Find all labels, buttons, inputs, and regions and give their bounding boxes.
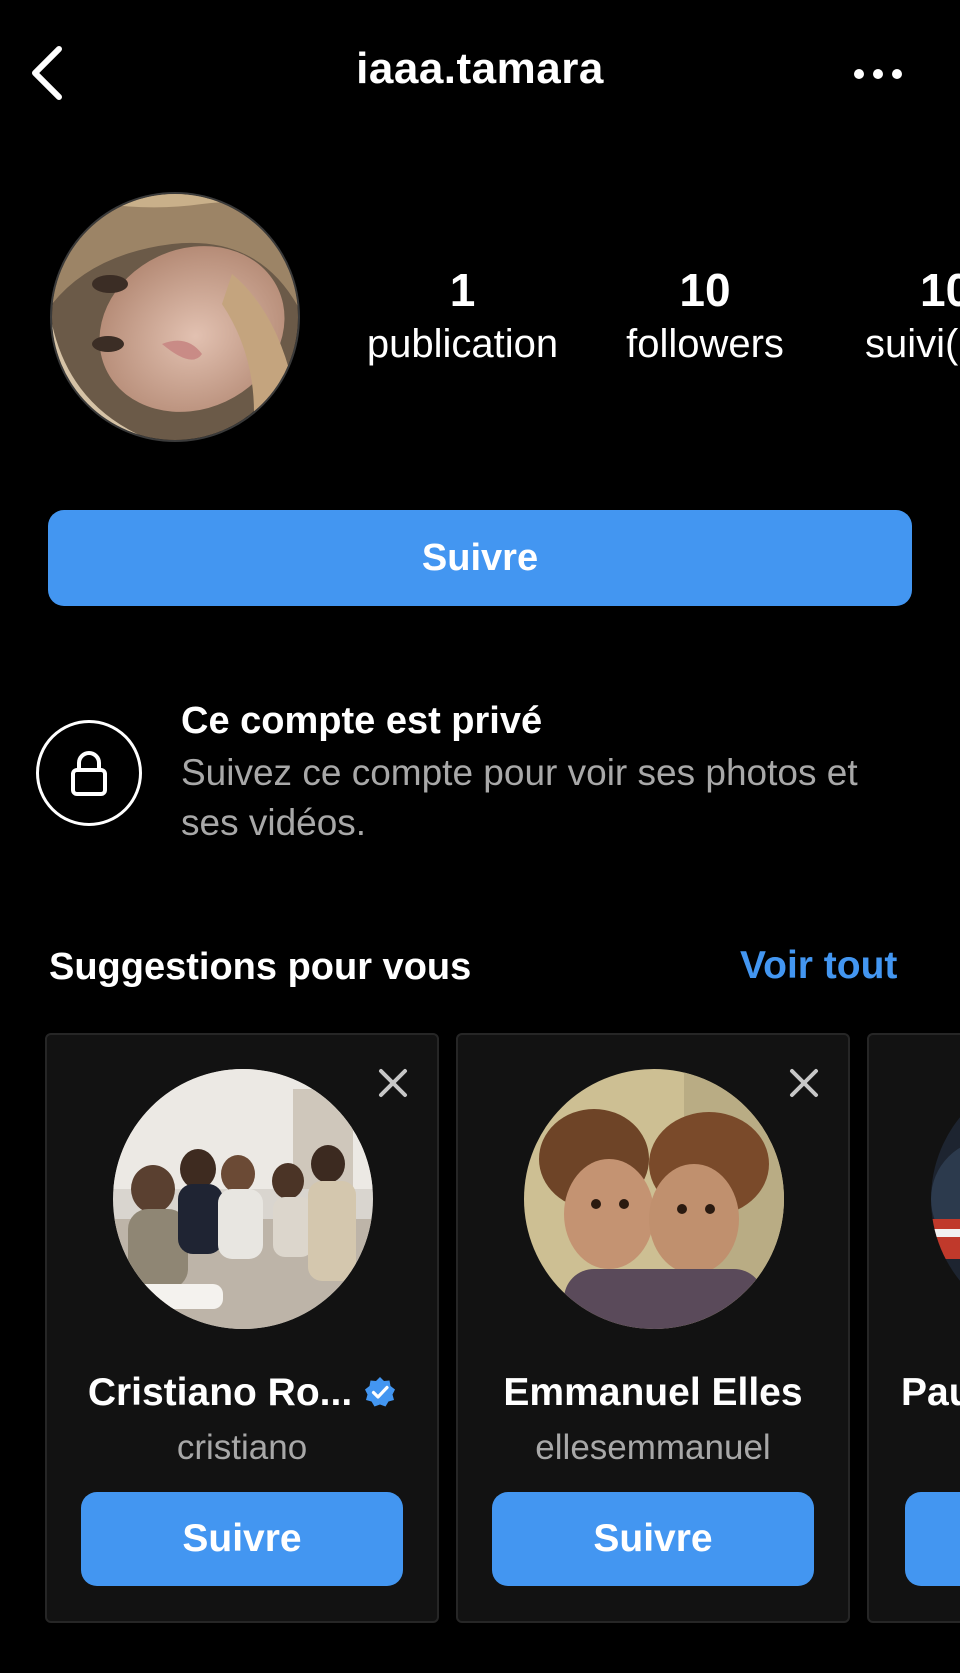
suggestion-name-text: Cristiano Ro...	[87, 1371, 353, 1414]
stat-followers[interactable]: 10 followers	[600, 262, 810, 370]
stat-following[interactable]: 10 suivi(	[865, 262, 960, 370]
suggestion-follow-button[interactable]: Suivre	[81, 1492, 403, 1586]
private-lock-badge	[36, 720, 142, 826]
suggestion-follow-button[interactable]: Suivre	[492, 1492, 814, 1586]
suggestion-name[interactable]: Emmanuel Elles	[458, 1371, 848, 1415]
suggestion-card[interactable]: Emmanuel Elles ellesemmanuel Suivre	[456, 1033, 850, 1623]
lock-icon	[71, 751, 107, 796]
see-all-link[interactable]: Voir tout	[740, 944, 897, 988]
suggestion-handle: ellesemmanuel	[535, 1428, 771, 1467]
suggestion-handle: cristiano	[176, 1428, 308, 1467]
suggestion-photo	[931, 1069, 960, 1329]
profile-photo	[52, 194, 298, 440]
stat-followers-label: followers	[626, 322, 784, 366]
stat-following-value: 10	[920, 264, 960, 316]
stat-posts-label: publication	[366, 322, 559, 366]
profile-username: iaaa.tamara	[356, 44, 604, 93]
close-icon[interactable]	[375, 1065, 411, 1101]
suggestion-card[interactable]: Cristiano Ro... cristiano Suivre	[45, 1033, 439, 1623]
suggestion-name[interactable]: Pau	[901, 1371, 960, 1415]
follow-button[interactable]: Suivre	[48, 510, 912, 606]
private-account-title: Ce compte est privé	[181, 700, 543, 742]
close-icon[interactable]	[786, 1065, 822, 1101]
stat-posts-value: 1	[449, 264, 476, 316]
suggestion-avatar[interactable]	[524, 1069, 784, 1329]
suggestion-name[interactable]: Cristiano Ro...	[47, 1371, 437, 1415]
profile-avatar[interactable]	[50, 192, 300, 442]
more-horizontal-icon	[854, 69, 902, 79]
suggestion-avatar[interactable]	[931, 1069, 960, 1329]
suggestion-avatar[interactable]	[113, 1069, 373, 1329]
stat-followers-value: 10	[679, 264, 731, 316]
stat-posts[interactable]: 1 publication	[355, 262, 570, 370]
suggestion-follow-button[interactable]	[905, 1492, 960, 1586]
suggestions-title: Suggestions pour vous	[49, 946, 472, 988]
private-account-description: Suivez ce compte pour voir ses photos et…	[181, 752, 858, 843]
more-options-button[interactable]	[846, 54, 910, 94]
suggestion-photo	[113, 1069, 373, 1329]
suggestion-card[interactable]: Pau	[867, 1033, 960, 1623]
verified-badge-icon	[365, 1377, 396, 1407]
suggestion-photo	[524, 1069, 784, 1329]
stat-following-label: suivi(	[865, 322, 959, 366]
